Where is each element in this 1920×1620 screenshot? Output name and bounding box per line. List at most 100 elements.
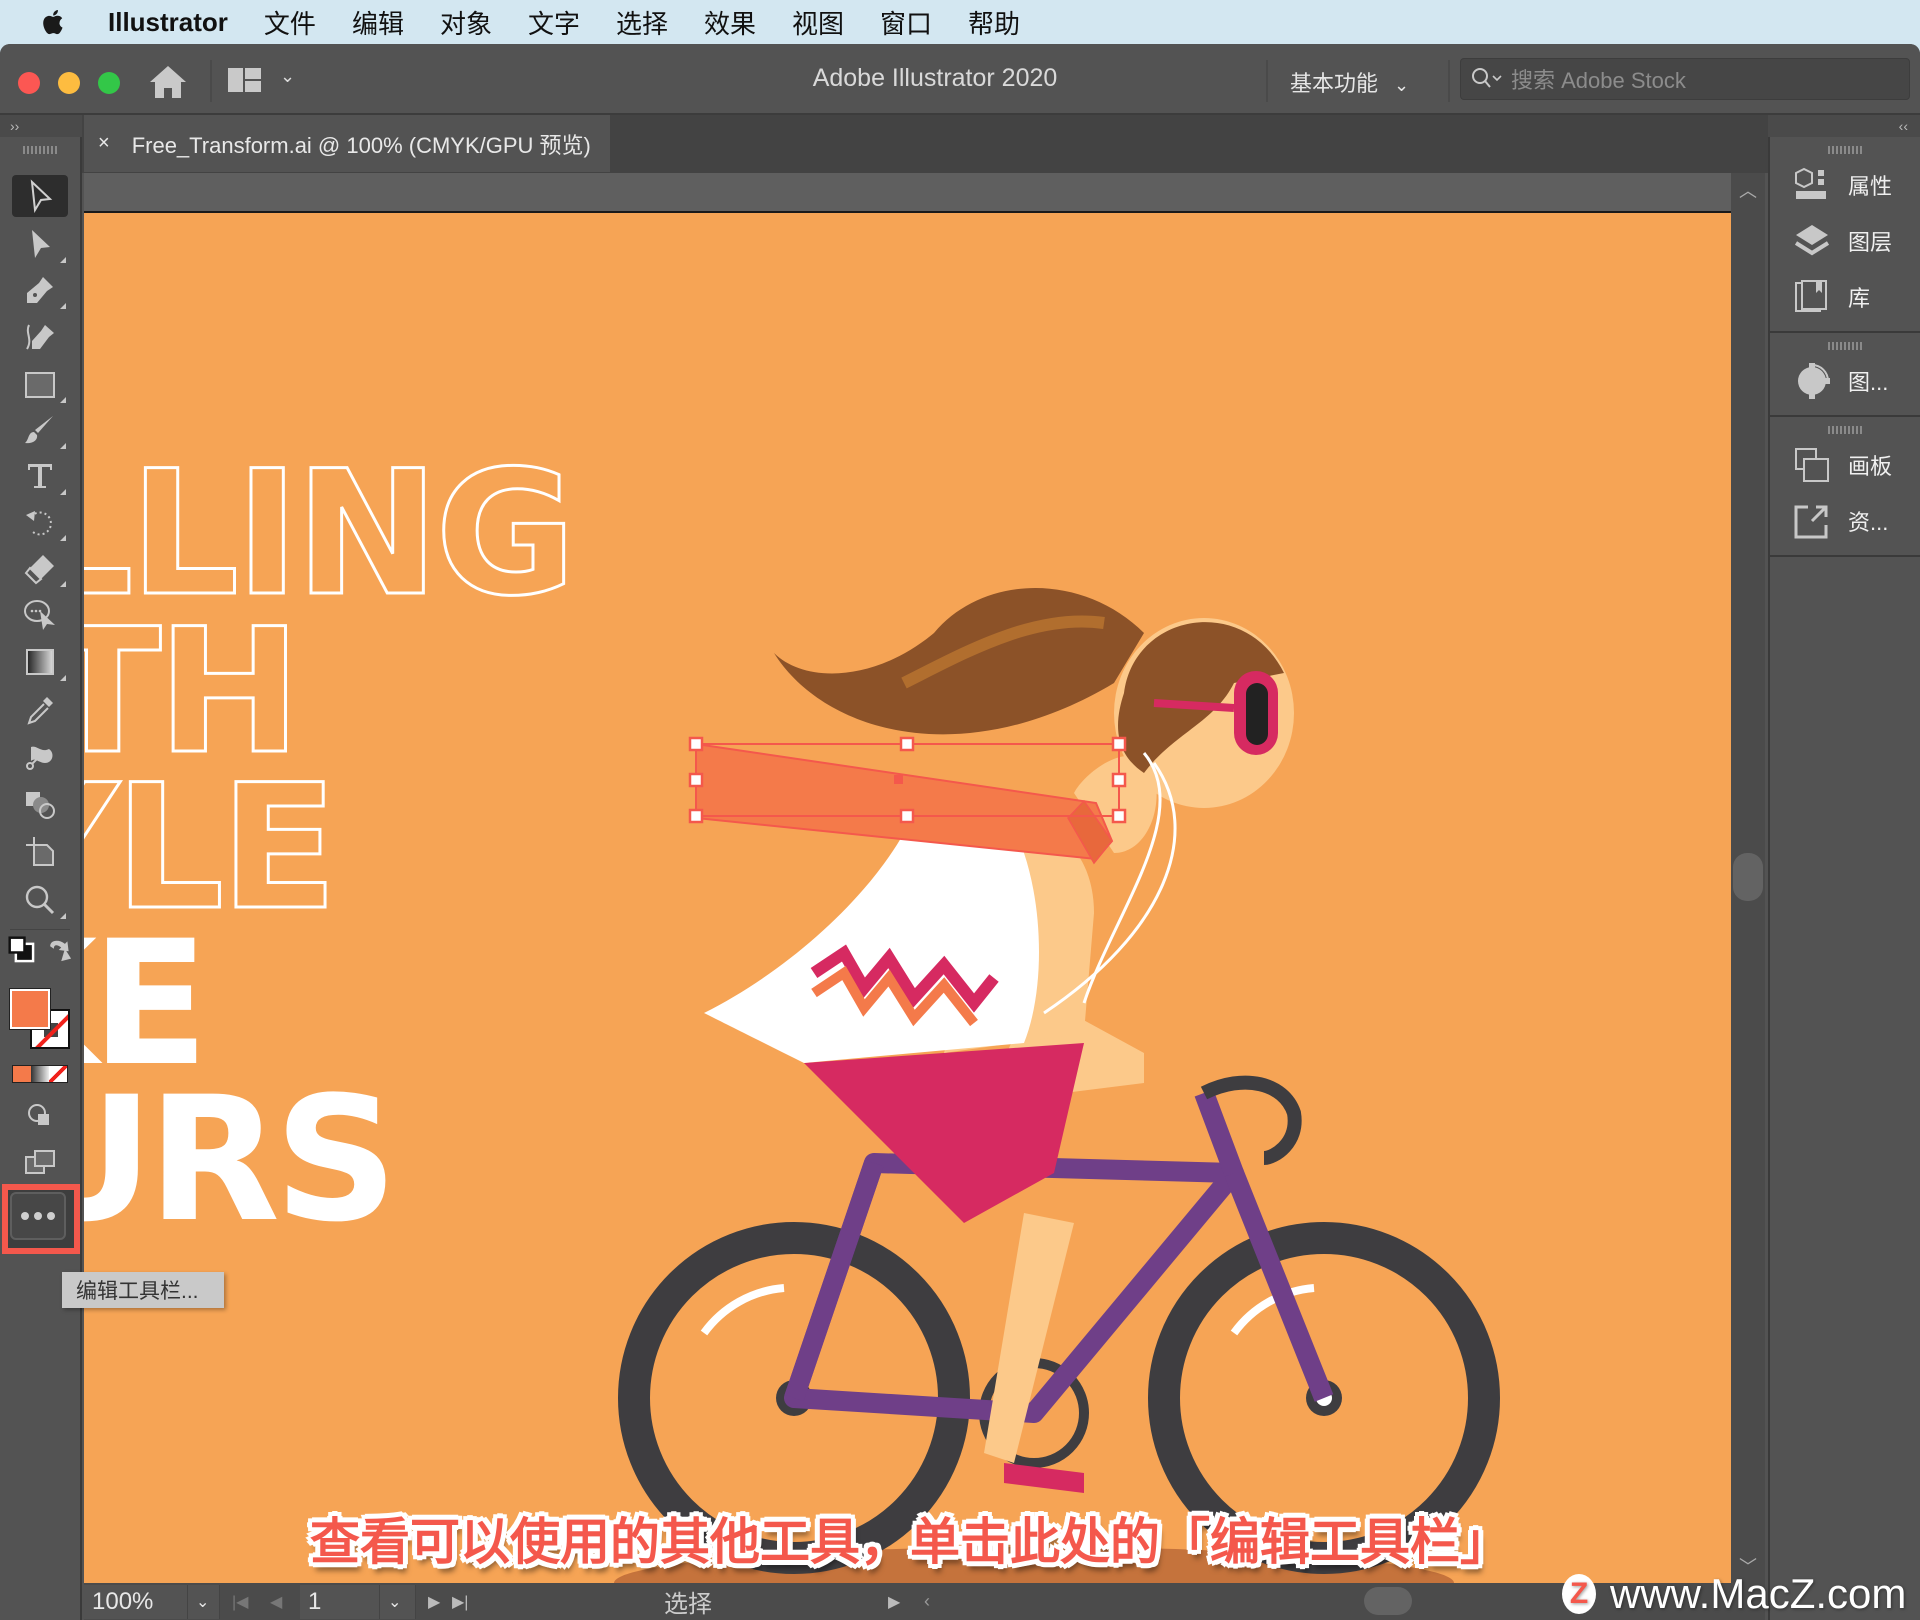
center-point — [894, 775, 903, 784]
scroll-up-icon[interactable]: ︿ — [1739, 177, 1757, 203]
toolbar-grip[interactable] — [0, 143, 80, 157]
eyedropper-icon — [27, 697, 53, 725]
resize-handle[interactable] — [688, 772, 704, 788]
menu-help[interactable]: 帮助 — [968, 4, 1020, 41]
tutorial-caption: 查看可以使用的其他工具，单击此处的「编辑工具栏」 — [310, 1514, 1510, 1570]
panel-group-3: 画板 资... — [1770, 423, 1920, 557]
rotate-tool[interactable] — [12, 501, 68, 543]
direct-selection-tool[interactable] — [12, 223, 68, 265]
apple-logo-icon[interactable] — [40, 8, 80, 36]
tab-row: ›› × Free_Transform.ai @ 100% (CMYK/GPU … — [0, 115, 1920, 173]
resize-handle[interactable] — [1111, 808, 1127, 824]
shape-builder-tool[interactable] — [12, 783, 68, 825]
eyedropper-tool[interactable] — [12, 689, 68, 731]
current-tool-status[interactable]: 选择 — [488, 1584, 888, 1619]
previous-artboard-button[interactable]: ◀ — [270, 1592, 300, 1612]
document-tab[interactable]: × Free_Transform.ai @ 100% (CMYK/GPU 预览) — [84, 115, 610, 172]
artboard-number-field[interactable]: 1 — [300, 1584, 380, 1619]
gradient-tool[interactable] — [12, 641, 68, 683]
status-menu-button[interactable]: ▶ — [888, 1592, 924, 1612]
none-mode-button[interactable] — [49, 1066, 67, 1082]
panel-recolor[interactable]: 图... — [1770, 353, 1920, 409]
last-artboard-button[interactable]: ▶| — [452, 1592, 488, 1612]
panel-properties-label: 属性 — [1848, 174, 1893, 199]
fill-color-swatch[interactable] — [9, 988, 51, 1030]
resize-handle[interactable] — [899, 736, 915, 752]
gradient-mode-button[interactable] — [31, 1066, 49, 1082]
menu-select[interactable]: 选择 — [616, 4, 668, 41]
asset-export-icon — [1794, 505, 1828, 539]
panel-grip[interactable] — [1770, 143, 1920, 157]
panel-artboards[interactable]: 画板 — [1770, 437, 1920, 493]
symbol-sprayer-icon — [26, 746, 53, 770]
eraser-tool[interactable] — [12, 547, 68, 589]
menu-effect[interactable]: 效果 — [704, 4, 756, 41]
scrollbar-thumb[interactable] — [1733, 853, 1763, 901]
drawing-modes-button[interactable] — [12, 1095, 68, 1137]
next-artboard-button[interactable]: ▶ — [416, 1592, 452, 1612]
zoom-tool[interactable] — [12, 879, 68, 921]
panel-grip[interactable] — [1770, 339, 1920, 353]
pen-tool[interactable] — [12, 269, 68, 311]
type-icon — [28, 464, 52, 488]
resize-handle[interactable] — [899, 808, 915, 824]
color-mode-button[interactable] — [13, 1066, 31, 1082]
symbol-sprayer-tool[interactable] — [12, 735, 68, 777]
curvature-pen-icon — [26, 324, 54, 350]
first-artboard-button[interactable]: |◀ — [220, 1592, 270, 1612]
artboard-number: 1 — [308, 1587, 322, 1615]
selection-tool[interactable] — [12, 175, 68, 217]
collapse-panels-button[interactable]: ‹‹ — [1768, 115, 1920, 137]
selection-arrow-icon — [30, 179, 53, 213]
zoom-dropdown-button[interactable]: ⌄ — [188, 1584, 220, 1619]
curvature-tool[interactable] — [12, 315, 68, 357]
solid-text-line-2: URS — [84, 1059, 392, 1260]
dot-icon — [47, 1212, 55, 1220]
menu-window[interactable]: 窗口 — [880, 4, 932, 41]
menu-view[interactable]: 视图 — [792, 4, 844, 41]
close-tab-icon[interactable]: × — [98, 132, 110, 155]
resize-handle[interactable] — [688, 736, 704, 752]
resize-handle[interactable] — [688, 808, 704, 824]
swap-fill-stroke-button[interactable] — [44, 933, 76, 967]
libraries-icon — [1795, 280, 1827, 312]
default-fill-stroke-button[interactable] — [6, 933, 38, 967]
canvas-area[interactable]: LLING TH YLE KE URS — [84, 173, 1765, 1583]
menu-type[interactable]: 文字 — [528, 4, 580, 41]
menu-app-name[interactable]: Illustrator — [108, 7, 228, 38]
rectangle-tool[interactable] — [12, 363, 68, 405]
vertical-scrollbar[interactable]: ︿ ﹀ — [1731, 173, 1765, 1583]
screen-mode-button[interactable] — [12, 1141, 68, 1183]
scroll-left-icon[interactable]: ‹ — [924, 1591, 954, 1612]
status-bar: 100% ⌄ |◀ ◀ 1 ⌄ ▶ ▶| 选择 ▶ ‹ — [84, 1583, 1765, 1620]
menu-object[interactable]: 对象 — [440, 4, 492, 41]
artboard-dropdown-button[interactable]: ⌄ — [380, 1584, 416, 1619]
resize-handle[interactable] — [1111, 736, 1127, 752]
artboard-icon — [26, 837, 54, 866]
panel-properties[interactable]: 属性 — [1770, 157, 1920, 213]
panel-recolor-label: 图... — [1848, 370, 1889, 395]
workspace-switcher[interactable]: 基本功能 ⌄ — [1290, 66, 1409, 98]
type-tool[interactable] — [12, 455, 68, 497]
resize-handle[interactable] — [1111, 772, 1127, 788]
panel-dock: 属性 图层 库 图... 画板 资... — [1768, 137, 1920, 1620]
panel-grip[interactable] — [1770, 423, 1920, 437]
artboard-tool[interactable] — [12, 831, 68, 873]
horizontal-scrollbar-thumb[interactable] — [1364, 1587, 1412, 1615]
expand-toolbar-button[interactable]: ›› — [0, 115, 82, 137]
zoom-level-field[interactable]: 100% — [84, 1584, 188, 1619]
adobe-stock-search-input[interactable]: 搜索 Adobe Stock — [1460, 58, 1910, 100]
menu-file[interactable]: 文件 — [264, 4, 316, 41]
eraser-icon — [24, 555, 54, 585]
edit-toolbar-button[interactable] — [10, 1192, 66, 1240]
document-tab-title: Free_Transform.ai @ 100% (CMYK/GPU 预览) — [131, 132, 591, 158]
menu-edit[interactable]: 编辑 — [352, 4, 404, 41]
paintbrush-tool[interactable] — [12, 409, 68, 451]
panel-layers-label: 图层 — [1848, 230, 1893, 255]
panel-layers[interactable]: 图层 — [1770, 213, 1920, 269]
puppet-warp-tool[interactable] — [12, 593, 68, 635]
panel-asset-export[interactable]: 资... — [1770, 493, 1920, 549]
panel-libraries[interactable]: 库 — [1770, 269, 1920, 325]
direct-selection-icon — [32, 230, 50, 258]
artboard[interactable]: LLING TH YLE KE URS — [84, 211, 1731, 1583]
